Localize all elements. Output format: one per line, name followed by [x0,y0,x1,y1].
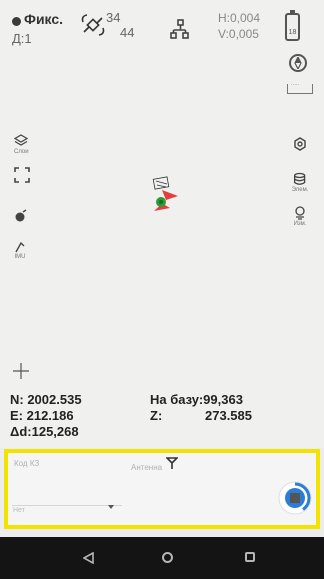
point-type-label: Нет [13,507,25,514]
home-icon[interactable] [162,552,173,563]
map-view[interactable]: Фикс. Д:1 34 44 H:0,004 V:0,005 18 ····· [0,0,324,448]
imu-label: IMU [14,254,26,260]
elements-label: Элем. [291,187,309,193]
position-marker-icon [152,176,178,211]
diff-age-label: Д:1 [12,31,32,46]
locate-button[interactable] [14,209,28,223]
h-accuracy: H:0,004 [218,11,261,25]
record-button[interactable] [278,481,312,515]
code-field-underline [12,505,122,506]
compass-button[interactable] [289,54,307,72]
network-icon [170,19,189,39]
measure-label: Изм. [293,221,307,227]
antenna-icon[interactable] [166,457,178,469]
to-base-value: На базу:99,363 [150,392,243,407]
layers-button[interactable]: Слои [14,134,29,155]
elements-button[interactable]: Элем. [291,172,309,193]
recents-icon[interactable] [245,552,255,562]
scale-bar: ····· [287,82,313,94]
code-field-label[interactable]: Код КЗ [14,459,39,468]
easting-value: E: 212.186 [10,408,74,423]
battery-icon: 18 [285,10,300,41]
layers-icon [14,134,29,146]
settings-button[interactable] [293,137,307,151]
delta-distance-value: Δd:125,268 [10,424,79,439]
system-nav-bar [0,537,324,579]
v-accuracy: V:0,005 [218,27,259,41]
z-value: 273.585 [205,408,252,423]
antenna-label: Антенна [131,463,163,472]
battery-level: 18 [288,29,297,36]
back-icon[interactable] [83,552,94,564]
compass-needle-icon [294,57,302,69]
fullscreen-icon [14,167,30,183]
locate-icon [15,209,27,222]
elements-icon [294,172,306,185]
z-label: Z: [150,408,163,423]
fix-status-dot [12,17,21,26]
collect-panel: Код КЗ Антенна Нет [4,449,320,529]
satellites-used: 34 [106,10,121,25]
measure-button[interactable]: Изм. [293,206,307,227]
dropdown-arrow-icon[interactable] [108,505,114,509]
fix-status-label: Фикс. [24,11,64,27]
tilt-icon [15,241,25,253]
satellites-visible: 44 [120,25,135,40]
satellite-icon [81,14,105,36]
layers-label: Слои [14,149,29,155]
crosshair-icon [13,363,29,379]
fullscreen-button[interactable] [14,167,30,183]
northing-value: N: 2002.535 [10,392,82,407]
imu-button[interactable]: IMU [14,241,26,260]
scale-label: ····· [291,82,300,88]
measure-icon [295,206,305,220]
settings-icon [294,137,306,151]
